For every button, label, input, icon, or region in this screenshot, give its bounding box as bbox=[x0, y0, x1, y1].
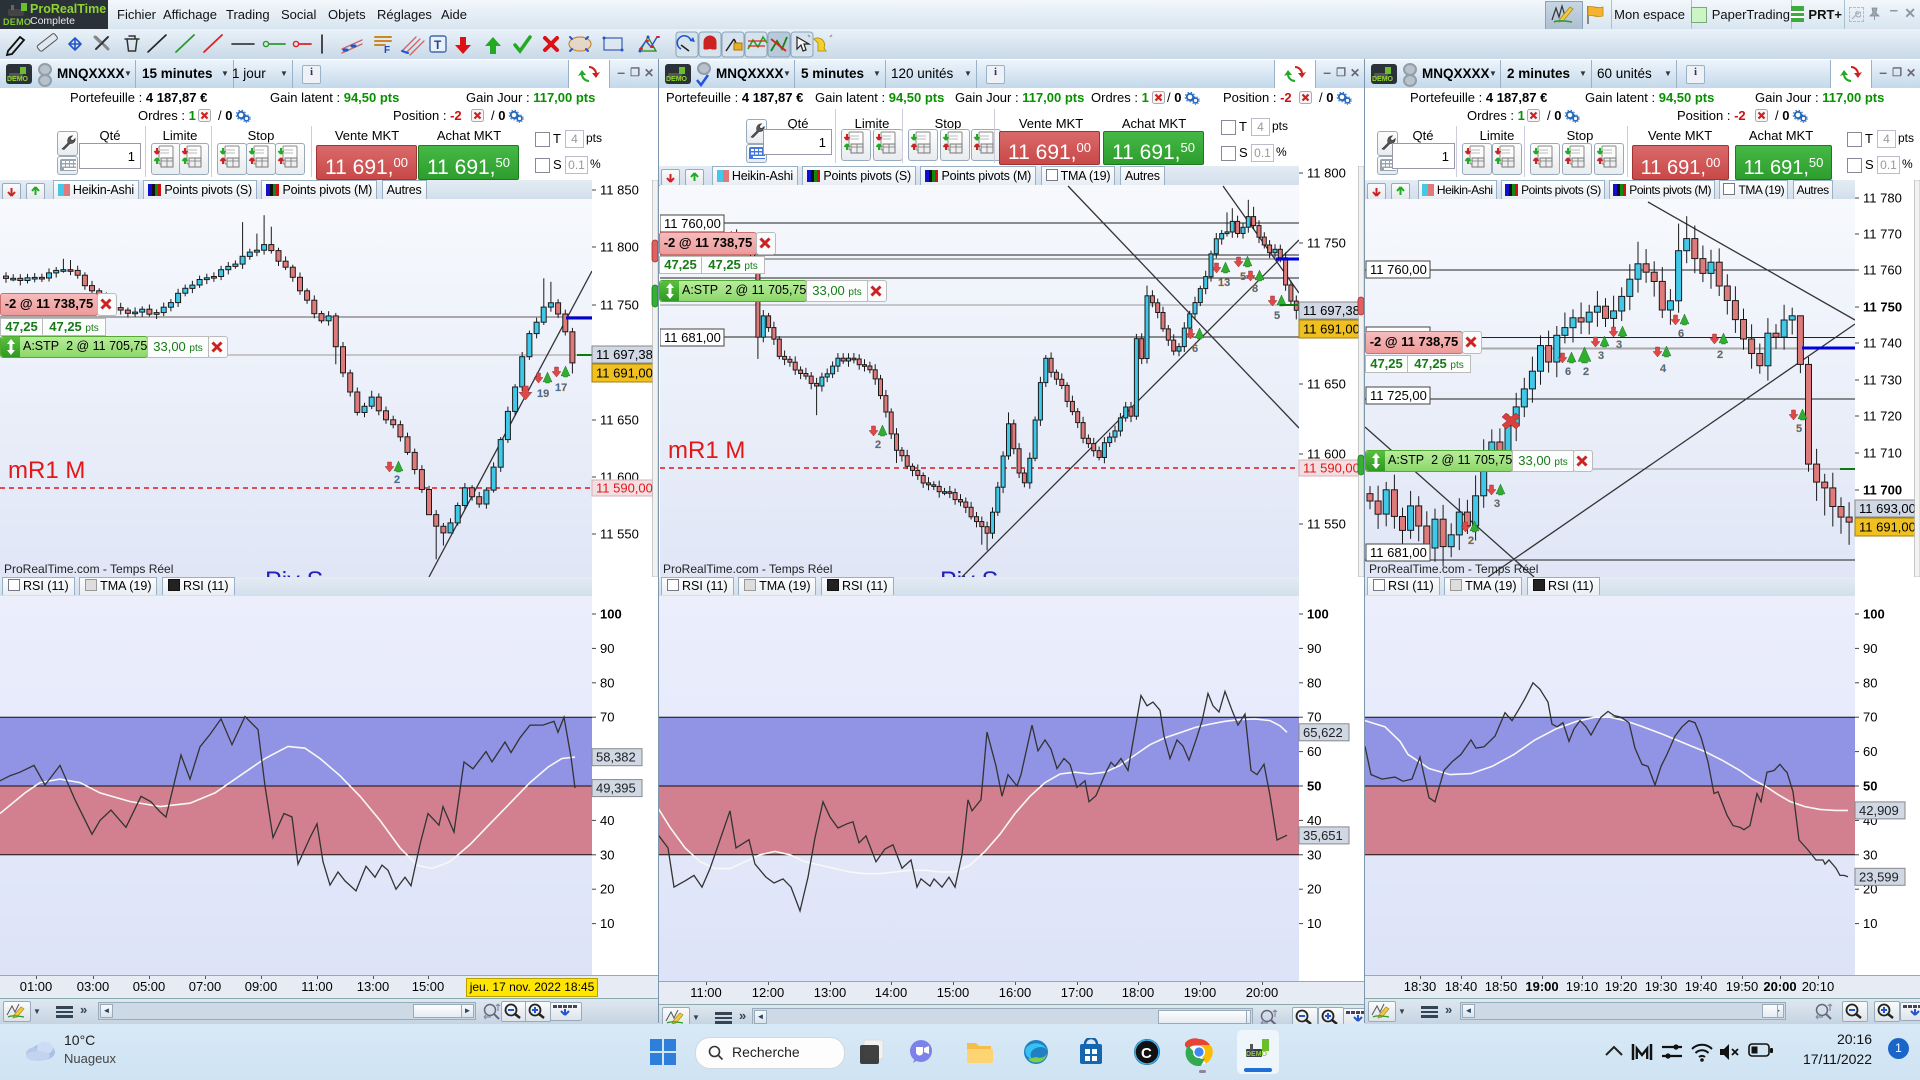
svg-text:11 550: 11 550 bbox=[600, 527, 639, 542]
svg-text:11 800: 11 800 bbox=[600, 240, 639, 255]
svg-text:10: 10 bbox=[600, 916, 614, 931]
svg-text:8: 8 bbox=[1252, 283, 1258, 295]
svg-text:mR1 M: mR1 M bbox=[668, 437, 745, 464]
svg-text:11 780: 11 780 bbox=[1863, 191, 1902, 206]
svg-text:11 650: 11 650 bbox=[1307, 377, 1346, 392]
svg-text:11 760,00: 11 760,00 bbox=[664, 216, 721, 231]
svg-text:40: 40 bbox=[1307, 813, 1321, 828]
svg-text:70: 70 bbox=[600, 710, 614, 725]
svg-text:11 740: 11 740 bbox=[1863, 336, 1902, 351]
svg-text:58,382: 58,382 bbox=[596, 750, 636, 765]
svg-text:11 650: 11 650 bbox=[600, 413, 639, 428]
svg-text:T: T bbox=[434, 38, 442, 52]
svg-text:11 691,00: 11 691,00 bbox=[1859, 520, 1916, 535]
svg-text:80: 80 bbox=[600, 675, 614, 690]
svg-text:60: 60 bbox=[1307, 744, 1321, 759]
svg-text:11 770: 11 770 bbox=[1863, 227, 1902, 242]
svg-text:100: 100 bbox=[1307, 607, 1329, 622]
svg-text:2: 2 bbox=[1468, 535, 1474, 547]
svg-text:3: 3 bbox=[1616, 339, 1622, 351]
svg-text:11 760,00: 11 760,00 bbox=[1370, 262, 1427, 277]
svg-text:11 550: 11 550 bbox=[1307, 517, 1346, 532]
svg-text:42,909: 42,909 bbox=[1859, 803, 1899, 818]
svg-text:5: 5 bbox=[1274, 310, 1280, 322]
svg-text:6: 6 bbox=[1565, 366, 1571, 378]
svg-text:5: 5 bbox=[1796, 423, 1802, 435]
svg-text:35,651: 35,651 bbox=[1303, 828, 1343, 843]
svg-text:11 681,00: 11 681,00 bbox=[664, 330, 721, 345]
svg-text:11 590,00: 11 590,00 bbox=[1303, 461, 1360, 476]
svg-text:6: 6 bbox=[1678, 328, 1684, 340]
svg-text:13: 13 bbox=[1218, 277, 1230, 289]
svg-text:11 691,00: 11 691,00 bbox=[1303, 322, 1360, 337]
svg-text:11 600: 11 600 bbox=[1307, 447, 1346, 462]
svg-text:Piv S: Piv S bbox=[940, 567, 998, 577]
svg-text:6: 6 bbox=[1192, 343, 1198, 355]
svg-text:11 700: 11 700 bbox=[1863, 483, 1902, 498]
svg-text:50: 50 bbox=[1863, 779, 1877, 794]
svg-text:90: 90 bbox=[600, 641, 614, 656]
svg-text:11 760: 11 760 bbox=[1863, 263, 1902, 278]
svg-text:49,395: 49,395 bbox=[596, 781, 636, 796]
svg-text:F: F bbox=[384, 45, 390, 56]
svg-text:40: 40 bbox=[600, 813, 614, 828]
svg-text:mR1 M: mR1 M bbox=[8, 457, 85, 484]
svg-text:70: 70 bbox=[1307, 710, 1321, 725]
svg-text:11 697,38: 11 697,38 bbox=[596, 347, 653, 362]
svg-text:50: 50 bbox=[1307, 779, 1321, 794]
svg-text:11 693,00: 11 693,00 bbox=[1859, 501, 1916, 516]
svg-text:11 720: 11 720 bbox=[1863, 409, 1902, 424]
svg-text:80: 80 bbox=[1863, 675, 1877, 690]
svg-text:11 590,00: 11 590,00 bbox=[596, 481, 653, 496]
svg-text:20: 20 bbox=[1307, 882, 1321, 897]
svg-text:90: 90 bbox=[1863, 641, 1877, 656]
svg-text:11 697,38: 11 697,38 bbox=[1303, 303, 1360, 318]
svg-text:11 691,00: 11 691,00 bbox=[596, 366, 653, 381]
svg-text:10: 10 bbox=[1863, 916, 1877, 931]
svg-text:2: 2 bbox=[1583, 366, 1589, 378]
svg-text:C: C bbox=[1141, 1045, 1152, 1062]
svg-text:2: 2 bbox=[1717, 349, 1723, 361]
svg-text:100: 100 bbox=[1863, 607, 1885, 622]
svg-text:11 730: 11 730 bbox=[1863, 373, 1902, 388]
svg-text:11 750: 11 750 bbox=[600, 298, 639, 313]
svg-text:19: 19 bbox=[537, 388, 549, 400]
svg-text:11 725,00: 11 725,00 bbox=[1370, 388, 1427, 403]
svg-text:30: 30 bbox=[600, 847, 614, 862]
svg-text:23,599: 23,599 bbox=[1859, 869, 1899, 884]
svg-text:2: 2 bbox=[394, 474, 400, 486]
svg-text:11 800: 11 800 bbox=[1307, 166, 1346, 181]
svg-text:5: 5 bbox=[1240, 271, 1246, 283]
svg-text:4: 4 bbox=[1660, 363, 1667, 375]
svg-text:100: 100 bbox=[600, 607, 622, 622]
svg-text:65,622: 65,622 bbox=[1303, 725, 1343, 740]
svg-text:80: 80 bbox=[1307, 675, 1321, 690]
svg-text:11 710: 11 710 bbox=[1863, 446, 1902, 461]
svg-text:20: 20 bbox=[600, 882, 614, 897]
svg-text:Piv S: Piv S bbox=[265, 567, 323, 577]
svg-text:90: 90 bbox=[1307, 641, 1321, 656]
svg-text:3: 3 bbox=[1494, 498, 1500, 510]
svg-text:10: 10 bbox=[1307, 916, 1321, 931]
svg-text:11 750: 11 750 bbox=[1863, 300, 1902, 315]
svg-text:11 850: 11 850 bbox=[600, 183, 639, 198]
svg-text:17: 17 bbox=[555, 382, 567, 394]
svg-text:30: 30 bbox=[1863, 847, 1877, 862]
svg-text:2: 2 bbox=[875, 439, 881, 451]
svg-text:11 750: 11 750 bbox=[1307, 236, 1346, 251]
svg-text:30: 30 bbox=[1307, 847, 1321, 862]
svg-text:11 681,00: 11 681,00 bbox=[1370, 545, 1427, 560]
svg-text:3: 3 bbox=[1598, 350, 1604, 362]
svg-text:70: 70 bbox=[1863, 710, 1877, 725]
svg-text:60: 60 bbox=[1863, 744, 1877, 759]
